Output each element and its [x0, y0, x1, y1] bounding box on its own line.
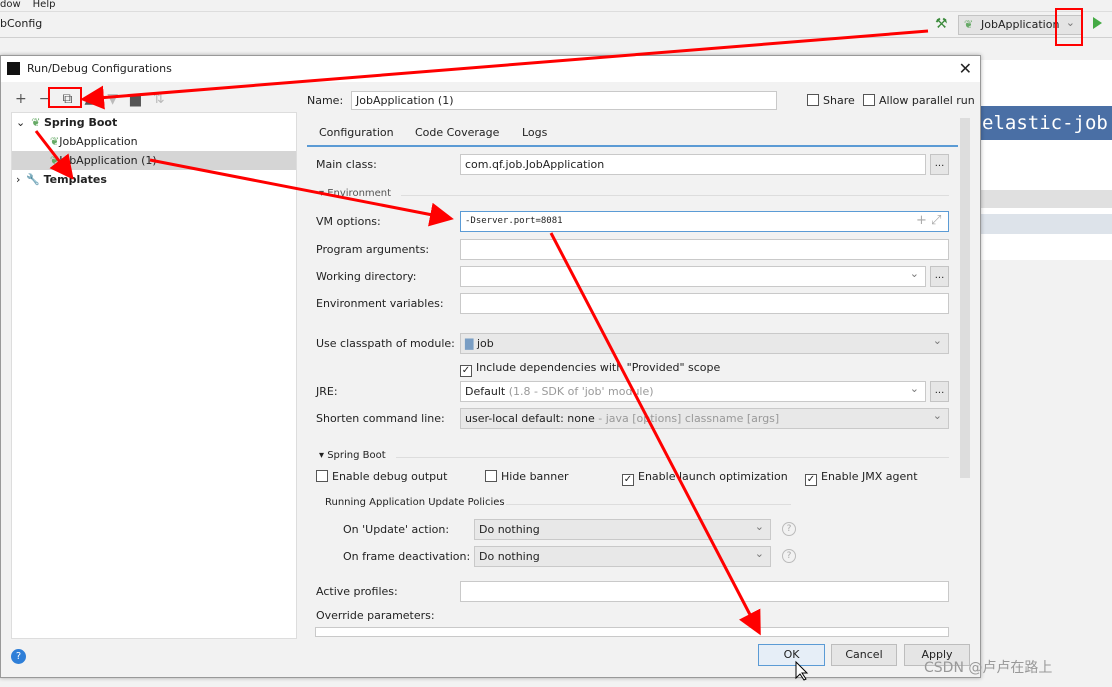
annotation-arrow	[34, 130, 74, 180]
mouse-cursor	[795, 660, 809, 681]
annotation-arrow	[80, 29, 929, 110]
highlight-box	[1055, 8, 1083, 46]
annotation-overlay	[34, 8, 1083, 681]
annotation-arrow	[149, 158, 454, 227]
watermark: CSDN @卢卢在路上	[924, 660, 1053, 676]
highlight-box	[48, 87, 82, 108]
annotation-arrow	[549, 232, 761, 636]
